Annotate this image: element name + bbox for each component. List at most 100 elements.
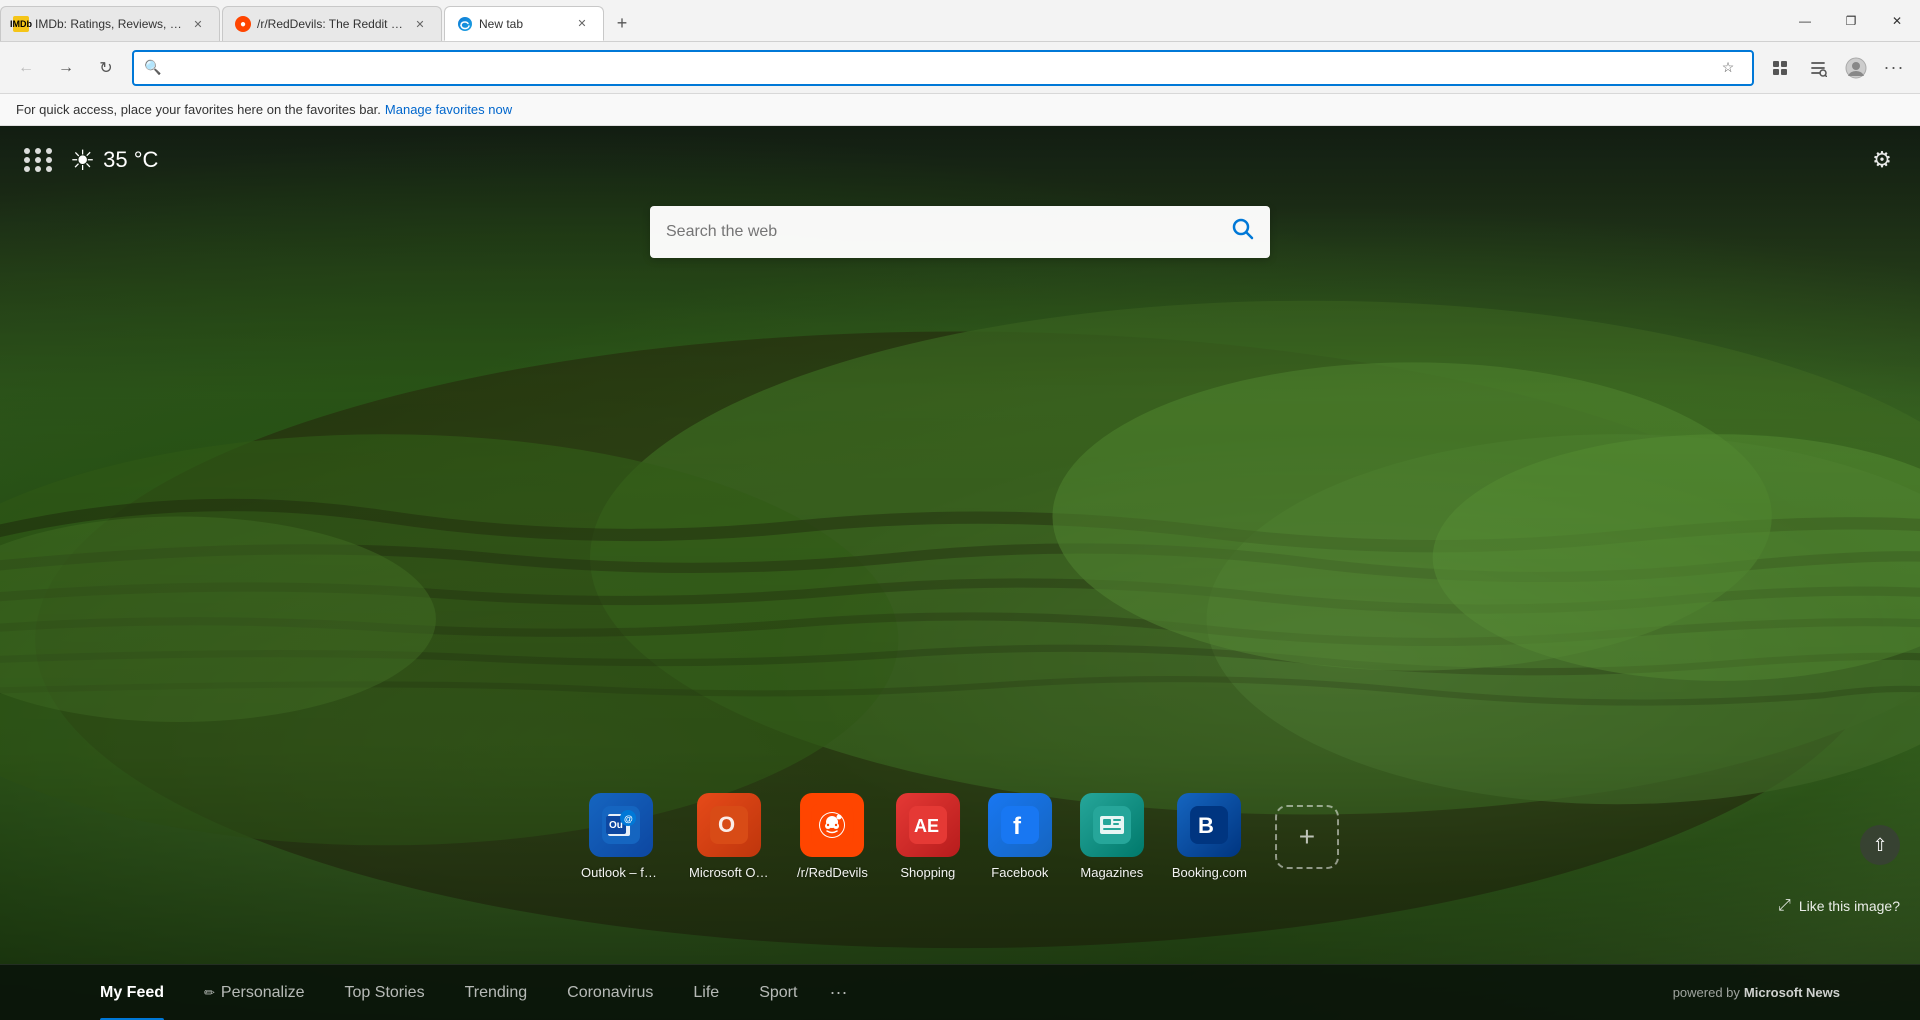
quick-link-facebook[interactable]: f Facebook [988, 793, 1052, 880]
tab-reddit-close-button[interactable]: ✕ [411, 15, 429, 33]
quick-links: Ou @ Outlook – fre... O Microsoft Offi..… [581, 793, 1339, 880]
magazines-icon [1080, 793, 1144, 857]
tab-coronavirus[interactable]: Coronavirus [547, 965, 673, 1020]
magazines-label: Magazines [1080, 865, 1143, 880]
nav-right-actions: ··· [1762, 50, 1912, 86]
tab-personalize[interactable]: ✏ Personalize [184, 965, 325, 1020]
tab-imdb-title: IMDb: Ratings, Reviews, and Wh [35, 17, 183, 31]
pencil-icon: ✏ [204, 985, 215, 1001]
weather-sun-icon: ☀ [70, 144, 95, 177]
facebook-label: Facebook [991, 865, 1048, 880]
bottom-tabs: My Feed ✏ Personalize Top Stories Trendi… [80, 965, 1673, 1020]
maximize-button[interactable]: ❐ [1828, 0, 1874, 42]
reddit-favicon-icon: ● [235, 16, 251, 32]
back-button[interactable]: ← [8, 50, 44, 86]
tab-newtab-title: New tab [479, 17, 567, 31]
like-image-text: Like this image? [1799, 898, 1900, 914]
topstories-label: Top Stories [345, 984, 425, 1002]
svg-text:Ou: Ou [609, 820, 623, 831]
outlook-label: Outlook – fre... [581, 865, 661, 880]
tab-myfeed[interactable]: My Feed [80, 965, 184, 1020]
main-content: ☀ 35 °C ⚙ [0, 126, 1920, 1020]
favorites-star-icon[interactable]: ☆ [1714, 54, 1742, 82]
title-bar: IMDb IMDb: Ratings, Reviews, and Wh ✕ ● … [0, 0, 1920, 42]
profile-icon [1845, 57, 1867, 79]
svg-text:B: B [1198, 813, 1214, 838]
trending-label: Trending [465, 984, 528, 1002]
svg-text:f: f [1013, 813, 1022, 840]
background-overlay [0, 126, 1920, 1020]
hub-icon [1809, 59, 1827, 77]
tabs-container: IMDb IMDb: Ratings, Reviews, and Wh ✕ ● … [0, 0, 1782, 41]
quick-link-outlook[interactable]: Ou @ Outlook – fre... [581, 793, 661, 880]
booking-label: Booking.com [1172, 865, 1247, 880]
search-input[interactable] [666, 223, 1220, 241]
browser-frame: IMDb IMDb: Ratings, Reviews, and Wh ✕ ● … [0, 0, 1920, 1020]
add-link-button[interactable]: + [1275, 805, 1339, 869]
collections-button[interactable] [1762, 50, 1798, 86]
manage-favorites-link[interactable]: Manage favorites now [385, 102, 512, 117]
powered-by: powered by Microsoft News [1673, 985, 1840, 1000]
weather-temperature: 35 °C [103, 147, 158, 173]
favorites-bar: For quick access, place your favorites h… [0, 94, 1920, 126]
tab-reddit[interactable]: ● /r/RedDevils: The Reddit home f ✕ [222, 6, 442, 41]
search-icon [1232, 218, 1254, 240]
minimize-button[interactable]: — [1782, 0, 1828, 42]
hub-button[interactable] [1800, 50, 1836, 86]
reddit-label: /r/RedDevils [797, 865, 868, 880]
edge-favicon-icon [457, 16, 473, 32]
refresh-button[interactable]: ↻ [88, 50, 124, 86]
forward-button[interactable]: → [48, 50, 84, 86]
address-bar: 🔍 ☆ [132, 50, 1754, 86]
imdb-favicon-icon: IMDb [13, 16, 29, 32]
add-quick-link[interactable]: + [1275, 805, 1339, 869]
settings-more-button[interactable]: ··· [1876, 50, 1912, 86]
svg-text:O: O [718, 812, 735, 837]
tab-newtab[interactable]: New tab ✕ [444, 6, 604, 41]
outlook-icon: Ou @ [589, 793, 653, 857]
tab-imdb[interactable]: IMDb IMDb: Ratings, Reviews, and Wh ✕ [0, 6, 220, 41]
bottom-bar: My Feed ✏ Personalize Top Stories Trendi… [0, 964, 1920, 1020]
nav-bar: ← → ↻ 🔍 ☆ [0, 42, 1920, 94]
booking-icon: B [1177, 793, 1241, 857]
tab-reddit-title: /r/RedDevils: The Reddit home f [257, 17, 405, 31]
tab-newtab-close-button[interactable]: ✕ [573, 15, 591, 33]
like-image-area[interactable]: ⤢ Like this image? [1778, 897, 1900, 915]
search-box [650, 206, 1270, 258]
quick-link-reddit[interactable]: /r/RedDevils [797, 793, 868, 880]
top-controls: ☀ 35 °C ⚙ [20, 142, 1900, 178]
more-tabs-button[interactable]: ··· [817, 965, 859, 1020]
profile-button[interactable] [1838, 50, 1874, 86]
scroll-up-button[interactable]: ⇧ [1860, 825, 1900, 865]
coronavirus-label: Coronavirus [567, 984, 653, 1002]
expand-icon: ⤢ [1778, 897, 1791, 915]
powered-by-text: powered by [1673, 985, 1740, 1000]
svg-text:@: @ [624, 814, 633, 824]
svg-text:AE: AE [914, 816, 939, 836]
reddit-icon [800, 793, 864, 857]
new-tab-settings-button[interactable]: ⚙ [1864, 142, 1900, 178]
tab-life[interactable]: Life [673, 965, 739, 1020]
microsoft-news-logo: Microsoft News [1744, 985, 1840, 1000]
quick-link-magazines[interactable]: Magazines [1080, 793, 1144, 880]
myfeed-label: My Feed [100, 984, 164, 1002]
tab-imdb-close-button[interactable]: ✕ [189, 15, 207, 33]
life-label: Life [693, 984, 719, 1002]
search-submit-button[interactable] [1232, 218, 1254, 246]
new-tab-button[interactable]: + [606, 6, 638, 41]
apps-grid-button[interactable] [20, 144, 58, 176]
quick-link-shopping[interactable]: AE Shopping [896, 793, 960, 880]
quick-link-office[interactable]: O Microsoft Offi... [689, 793, 769, 880]
office-label: Microsoft Offi... [689, 865, 769, 880]
tab-sport[interactable]: Sport [739, 965, 817, 1020]
window-controls: — ❐ ✕ [1782, 0, 1920, 41]
weather-widget: ☀ 35 °C [70, 144, 158, 177]
close-button[interactable]: ✕ [1874, 0, 1920, 42]
quick-link-booking[interactable]: B Booking.com [1172, 793, 1247, 880]
favorites-prompt-text: For quick access, place your favorites h… [16, 102, 381, 117]
shopping-label: Shopping [900, 865, 955, 880]
tab-trending[interactable]: Trending [445, 965, 548, 1020]
tab-topstories[interactable]: Top Stories [325, 965, 445, 1020]
collections-icon [1771, 59, 1789, 77]
address-input[interactable] [169, 60, 1706, 76]
